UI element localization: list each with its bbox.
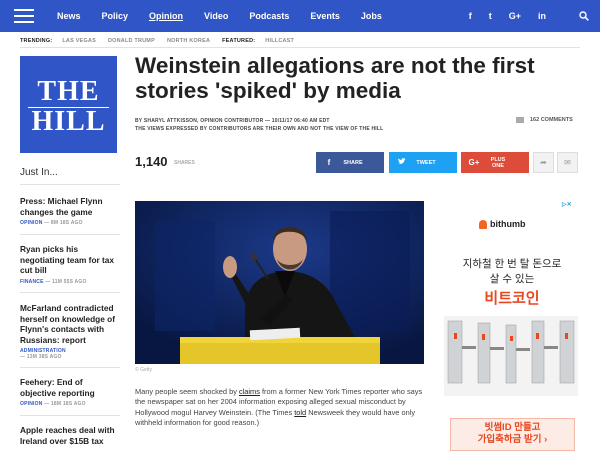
article-photo — [135, 201, 424, 364]
ad-cta-button[interactable]: 빗썸ID 만들고 가입축하금 받기 › — [450, 418, 575, 451]
story-meta: ADMINISTRATION — 13M 38S AGO — [20, 348, 120, 360]
told-link[interactable]: told — [294, 408, 306, 417]
twitter-icon[interactable]: t — [489, 11, 492, 21]
trending-label: TRENDING: — [20, 38, 53, 44]
story-time: 11M 55S AGO — [52, 278, 87, 285]
comment-icon — [516, 117, 524, 123]
divider — [20, 415, 120, 416]
nav-link-events[interactable]: Events — [310, 11, 340, 21]
ad-cta-line: 가입축하금 받기 › — [477, 434, 548, 445]
twitter-icon — [389, 158, 415, 167]
advertisement[interactable] — [444, 201, 578, 451]
trending-tag[interactable]: DONALD TRUMP — [108, 38, 155, 44]
trending-bar: TRENDING: LAS VEGAS DONALD TRUMP NORTH K… — [20, 35, 580, 47]
trending-tag[interactable]: NORTH KOREA — [167, 38, 210, 44]
divider — [20, 47, 580, 48]
story-time: 18M 18S AGO — [50, 401, 86, 407]
story-headline[interactable]: Apple reaches deal with Ireland over $15… — [20, 425, 120, 446]
featured-label: FEATURED: — [222, 38, 256, 44]
nav-link-opinion[interactable]: Opinion — [149, 11, 183, 21]
ad-cta-line: 빗썸ID 만들고 — [484, 422, 541, 433]
email-icon: ✉ — [564, 158, 571, 167]
ad-brand: bithumb — [479, 219, 526, 229]
share-button-label: PLUS ONE — [490, 156, 506, 169]
photo-credit: © Getty — [135, 367, 153, 373]
article-byline: BY SHARYL ATTKISSON, OPINION CONTRIBUTOR… — [135, 118, 330, 124]
facebook-icon: f — [327, 158, 331, 167]
just-in-story: Feehery: End of objective reporting OPIN… — [20, 377, 120, 407]
just-in-story: Ryan picks his negotiating team for tax … — [20, 244, 120, 285]
just-in-story: McFarland contradicted herself on knowle… — [20, 303, 120, 360]
story-section[interactable]: OPINION — [20, 220, 43, 226]
top-navigation: News Policy Opinion Video Podcasts Event… — [0, 0, 600, 32]
nav-link-jobs[interactable]: Jobs — [361, 11, 382, 21]
ad-headline: 비트코인 — [484, 290, 540, 307]
story-headline[interactable]: McFarland contradicted herself on knowle… — [20, 303, 120, 345]
claims-link[interactable]: claims — [239, 387, 260, 396]
article-headline: Weinstein allegations are not the first … — [135, 53, 535, 103]
nav-link-policy[interactable]: Policy — [102, 11, 129, 21]
email-share-button[interactable]: ✉ — [557, 152, 578, 173]
story-meta: OPINION — 18M 18S AGO — [20, 401, 86, 407]
more-share-button[interactable]: ➦ — [533, 152, 554, 173]
twitter-share-button[interactable]: TWEET — [389, 152, 457, 173]
share-count-label: SHARES — [174, 160, 195, 166]
featured-tag[interactable]: HILLCAST — [265, 38, 294, 44]
google-plus-share-button[interactable]: G+ PLUS ONE — [461, 152, 529, 173]
ad-brand-name: bithumb — [490, 219, 526, 229]
the-hill-logo[interactable]: THE HILL — [20, 56, 117, 153]
ad-choices-icon[interactable]: ▷✕ — [562, 201, 572, 208]
contributor-disclaimer: THE VIEWS EXPRESSED BY CONTRIBUTORS ARE … — [135, 126, 384, 132]
search-icon[interactable] — [568, 0, 600, 32]
nav-links: News Policy Opinion Video Podcasts Event… — [57, 11, 403, 21]
story-time: 13M 38S AGO — [26, 354, 62, 360]
story-meta: FINANCE — 11M 55S AGO — [20, 278, 87, 285]
logo-line-1: THE — [37, 76, 100, 107]
body-text: Many people seem shocked by — [135, 387, 239, 396]
story-section[interactable]: FINANCE — [20, 279, 44, 285]
just-in-heading: Just In... — [20, 167, 58, 178]
just-in-story: Press: Michael Flynn changes the game OP… — [20, 196, 120, 226]
share-button-label: TWEET — [416, 159, 436, 166]
share-button-label: SHARE — [343, 159, 363, 166]
nav-link-video[interactable]: Video — [204, 11, 228, 21]
divider — [20, 234, 120, 235]
ad-text: 지하철 한 번 탈 돈으로 — [462, 258, 562, 270]
nav-link-news[interactable]: News — [57, 11, 81, 21]
google-plus-icon[interactable]: G+ — [509, 11, 521, 21]
facebook-icon[interactable]: f — [469, 11, 472, 21]
story-headline[interactable]: Ryan picks his negotiating team for tax … — [20, 244, 120, 276]
comments-count: 162 COMMENTS — [530, 117, 573, 123]
divider — [20, 184, 120, 185]
trending-tag[interactable]: LAS VEGAS — [62, 38, 96, 44]
google-plus-icon: G+ — [468, 158, 480, 167]
just-in-story: Apple reaches deal with Ireland over $15… — [20, 425, 120, 446]
facebook-share-button[interactable]: f SHARE — [316, 152, 384, 173]
story-headline[interactable]: Feehery: End of objective reporting — [20, 377, 120, 398]
bithumb-logo-icon — [479, 219, 487, 229]
linkedin-icon[interactable]: in — [538, 11, 546, 21]
divider — [20, 367, 120, 368]
ad-text: 살 수 있는 — [489, 273, 535, 285]
divider — [20, 292, 120, 293]
story-time: 8M 18S AGO — [50, 220, 83, 226]
story-section[interactable]: OPINION — [20, 401, 43, 407]
social-links: f t G+ in — [452, 0, 546, 32]
article-body: Many people seem shocked by claims from … — [135, 387, 427, 429]
logo-line-2: HILL — [31, 106, 106, 137]
comments-link[interactable]: 162 COMMENTS — [516, 117, 573, 123]
story-headline[interactable]: Press: Michael Flynn changes the game — [20, 196, 120, 217]
hamburger-menu-icon[interactable] — [14, 9, 34, 23]
nav-link-podcasts[interactable]: Podcasts — [249, 11, 289, 21]
story-meta: OPINION — 8M 18S AGO — [20, 220, 83, 226]
share-arrow-icon: ➦ — [540, 158, 547, 167]
share-count: 1,140 — [135, 154, 168, 169]
